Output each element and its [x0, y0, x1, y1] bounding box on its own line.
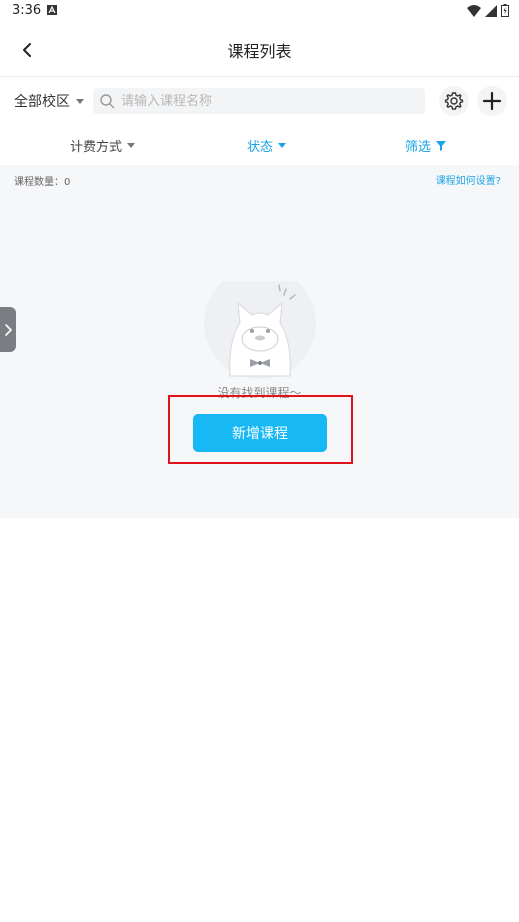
search-box[interactable]: [93, 88, 425, 114]
tab-billing-method[interactable]: 计费方式: [70, 136, 136, 155]
cellular-signal-icon: [485, 4, 497, 17]
funnel-icon: [436, 140, 447, 151]
chevron-right-icon: [5, 323, 13, 336]
tab-filter[interactable]: 筛选: [405, 136, 447, 155]
campus-select-label: 全部校区: [14, 94, 70, 110]
search-icon: [100, 94, 115, 109]
status-bar: 3:36: [0, 0, 519, 24]
tab-status[interactable]: 状态: [247, 136, 287, 155]
add-button[interactable]: [477, 86, 507, 116]
campus-select[interactable]: 全部校区: [14, 91, 84, 111]
tab-status-label: 状态: [247, 140, 274, 155]
a-letter-icon: [47, 5, 57, 15]
settings-button[interactable]: [439, 86, 469, 116]
title-bar: 课程列表: [0, 24, 519, 77]
page-title: 课程列表: [227, 42, 292, 61]
battery-icon: [501, 4, 509, 17]
gear-icon: [444, 92, 464, 110]
wifi-icon: [467, 4, 481, 17]
tab-filter-label: 筛选: [405, 140, 432, 155]
add-course-button[interactable]: 新增课程: [193, 414, 327, 452]
side-drawer-handle[interactable]: [0, 307, 16, 352]
status-time: 3:36: [12, 3, 42, 18]
filter-row: 全部校区: [0, 84, 519, 118]
search-input[interactable]: [119, 92, 413, 110]
caret-down-icon: [278, 143, 287, 148]
caret-down-icon: [76, 98, 84, 104]
plus-icon: [482, 91, 502, 111]
course-setup-help-link[interactable]: 课程如何设置?: [436, 172, 501, 187]
course-count: 课程数量：0: [14, 177, 71, 188]
tab-billing-label: 计费方式: [70, 140, 123, 155]
empty-state-mascot-icon: [204, 281, 316, 379]
caret-down-icon: [127, 143, 136, 148]
status-icons: [467, 4, 509, 17]
tabs-row: 计费方式 状态 筛选: [0, 128, 519, 160]
